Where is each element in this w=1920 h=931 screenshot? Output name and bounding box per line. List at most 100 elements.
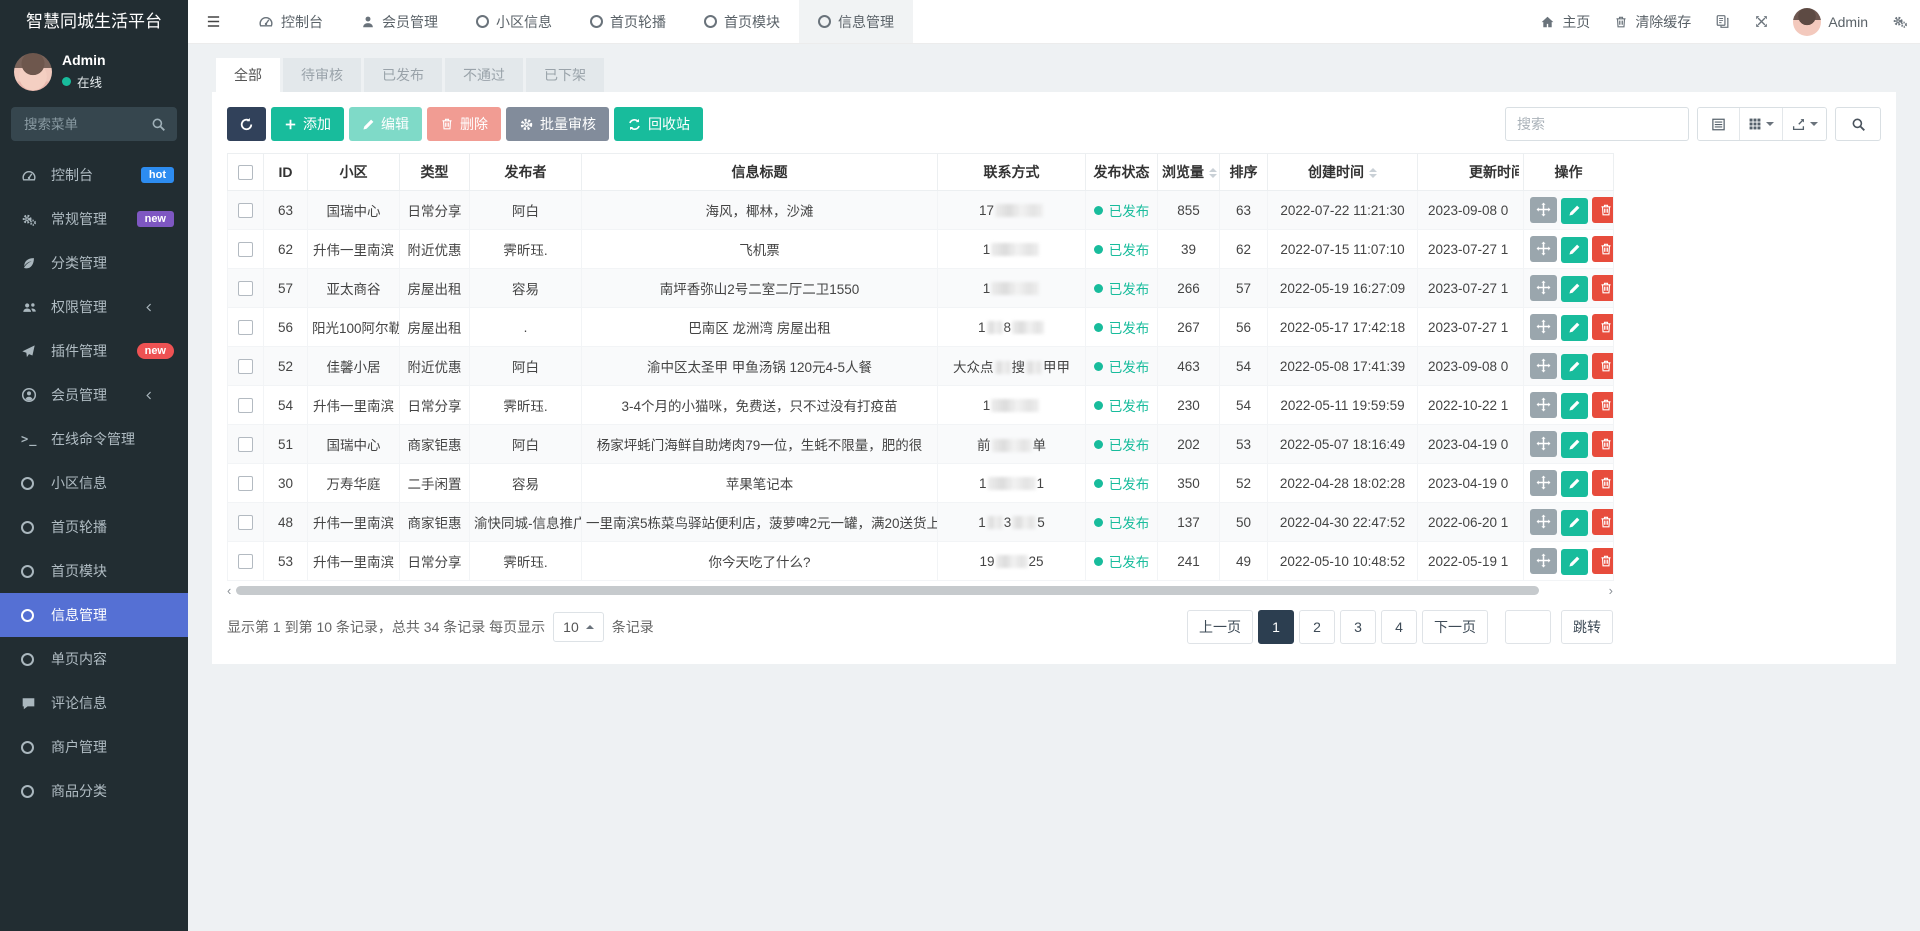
sidebar-item-member[interactable]: 会员管理 xyxy=(0,373,188,417)
tab-pending[interactable]: 待审核 xyxy=(283,58,361,92)
sidebar-item-home-module[interactable]: 首页模块 xyxy=(0,549,188,593)
scroll-left-icon[interactable]: ‹ xyxy=(227,584,231,597)
refresh-button[interactable] xyxy=(227,107,266,141)
drag-sort-button[interactable] xyxy=(1530,314,1557,340)
sidebar-item-comment-info[interactable]: 评论信息 xyxy=(0,681,188,725)
sidebar-item-merchant[interactable]: 商户管理 xyxy=(0,725,188,769)
scrollbar-track[interactable] xyxy=(234,586,1605,595)
row-checkbox[interactable] xyxy=(238,476,253,491)
columns-button[interactable] xyxy=(1740,108,1783,140)
page-button-1[interactable]: 1 xyxy=(1258,610,1294,644)
select-all-checkbox[interactable] xyxy=(238,165,253,180)
user-avatar[interactable] xyxy=(14,53,52,91)
sidebar-item-single-page[interactable]: 单页内容 xyxy=(0,637,188,681)
row-delete-button[interactable] xyxy=(1592,197,1614,223)
navbar-item-home-carousel[interactable]: 首页轮播 xyxy=(571,0,685,43)
row-checkbox[interactable] xyxy=(238,320,253,335)
navbar-item-info-manage[interactable]: 信息管理 xyxy=(799,0,913,43)
sidebar-item-category[interactable]: 分类管理 xyxy=(0,241,188,285)
row-delete-button[interactable] xyxy=(1592,392,1614,418)
row-edit-button[interactable] xyxy=(1561,432,1588,458)
row-edit-button[interactable] xyxy=(1561,276,1588,302)
row-checkbox[interactable] xyxy=(238,437,253,452)
row-delete-button[interactable] xyxy=(1592,314,1614,340)
page-button-2[interactable]: 2 xyxy=(1299,610,1335,644)
navbar-item-home-module[interactable]: 首页模块 xyxy=(685,0,799,43)
scroll-right-icon[interactable]: › xyxy=(1609,584,1613,597)
row-delete-button[interactable] xyxy=(1592,470,1614,496)
search-submit-button[interactable] xyxy=(1835,107,1881,141)
page-button-3[interactable]: 3 xyxy=(1340,610,1376,644)
row-edit-button[interactable] xyxy=(1561,510,1588,536)
navbar-item-member[interactable]: 会员管理 xyxy=(342,0,457,43)
tab-published[interactable]: 已发布 xyxy=(364,58,442,92)
drag-sort-button[interactable] xyxy=(1530,236,1557,262)
clear-cache-link[interactable]: 清除缓存 xyxy=(1602,0,1703,43)
row-delete-button[interactable] xyxy=(1592,431,1614,457)
row-checkbox[interactable] xyxy=(238,242,253,257)
scrollbar-thumb[interactable] xyxy=(236,586,1539,595)
navbar-item-dashboard[interactable]: 控制台 xyxy=(239,0,342,43)
row-delete-button[interactable] xyxy=(1592,509,1614,535)
row-delete-button[interactable] xyxy=(1592,353,1614,379)
sidebar-item-community-info[interactable]: 小区信息 xyxy=(0,461,188,505)
row-edit-button[interactable] xyxy=(1561,393,1588,419)
sidebar-item-goods-category[interactable]: 商品分类 xyxy=(0,769,188,813)
sidebar-item-dashboard[interactable]: 控制台hot xyxy=(0,153,188,197)
delete-button[interactable]: 删除 xyxy=(427,107,501,141)
next-page-button[interactable]: 下一页 xyxy=(1422,610,1488,644)
sidebar-item-command[interactable]: >_在线命令管理 xyxy=(0,417,188,461)
tab-all[interactable]: 全部 xyxy=(216,58,280,92)
batch-audit-button[interactable]: 批量审核 xyxy=(506,107,609,141)
menu-search-input[interactable] xyxy=(22,116,151,133)
row-checkbox[interactable] xyxy=(238,203,253,218)
sidebar-item-info-manage[interactable]: 信息管理 xyxy=(0,593,188,637)
row-delete-button[interactable] xyxy=(1592,275,1614,301)
sidebar-item-home-carousel[interactable]: 首页轮播 xyxy=(0,505,188,549)
menu-toggle-icon[interactable] xyxy=(188,0,239,43)
settings-button[interactable] xyxy=(1880,0,1920,43)
drag-sort-button[interactable] xyxy=(1530,470,1557,496)
row-delete-button[interactable] xyxy=(1592,236,1614,262)
row-edit-button[interactable] xyxy=(1561,237,1588,263)
page-size-select[interactable]: 10 xyxy=(553,612,604,642)
sidebar-item-addon[interactable]: 插件管理new xyxy=(0,329,188,373)
sidebar-item-general[interactable]: 常规管理new xyxy=(0,197,188,241)
row-edit-button[interactable] xyxy=(1561,471,1588,497)
row-delete-button[interactable] xyxy=(1592,548,1614,574)
row-edit-button[interactable] xyxy=(1561,315,1588,341)
drag-sort-button[interactable] xyxy=(1530,548,1557,574)
drag-sort-button[interactable] xyxy=(1530,431,1557,457)
recycle-button[interactable]: 回收站 xyxy=(614,107,703,141)
row-edit-button[interactable] xyxy=(1561,198,1588,224)
row-checkbox[interactable] xyxy=(238,398,253,413)
tab-rejected[interactable]: 不通过 xyxy=(445,58,523,92)
drag-sort-button[interactable] xyxy=(1530,392,1557,418)
export-button[interactable] xyxy=(1783,108,1826,140)
jump-page-input[interactable] xyxy=(1505,610,1551,644)
row-checkbox[interactable] xyxy=(238,554,253,569)
column-header-views[interactable]: 浏览量 xyxy=(1158,154,1220,191)
prev-page-button[interactable]: 上一页 xyxy=(1187,610,1253,644)
detail-view-button[interactable] xyxy=(1698,108,1740,140)
drag-sort-button[interactable] xyxy=(1530,353,1557,379)
drag-sort-button[interactable] xyxy=(1530,275,1557,301)
row-checkbox[interactable] xyxy=(238,359,253,374)
row-checkbox[interactable] xyxy=(238,515,253,530)
add-button[interactable]: 添加 xyxy=(271,107,344,141)
column-header-created[interactable]: 创建时间 xyxy=(1268,154,1418,191)
sidebar-item-auth[interactable]: 权限管理 xyxy=(0,285,188,329)
tab-offline[interactable]: 已下架 xyxy=(526,58,604,92)
navbar-item-community-info[interactable]: 小区信息 xyxy=(457,0,571,43)
fullscreen-button[interactable] xyxy=(1742,0,1781,43)
jump-button[interactable]: 跳转 xyxy=(1561,610,1613,644)
row-edit-button[interactable] xyxy=(1561,354,1588,380)
navbar-user[interactable]: Admin xyxy=(1781,0,1880,43)
page-button-4[interactable]: 4 xyxy=(1381,610,1417,644)
drag-sort-button[interactable] xyxy=(1530,509,1557,535)
table-search-input[interactable] xyxy=(1505,107,1689,141)
edit-button[interactable]: 编辑 xyxy=(349,107,422,141)
row-checkbox[interactable] xyxy=(238,281,253,296)
home-link[interactable]: 主页 xyxy=(1528,0,1602,43)
multi-tab-button[interactable] xyxy=(1703,0,1742,43)
